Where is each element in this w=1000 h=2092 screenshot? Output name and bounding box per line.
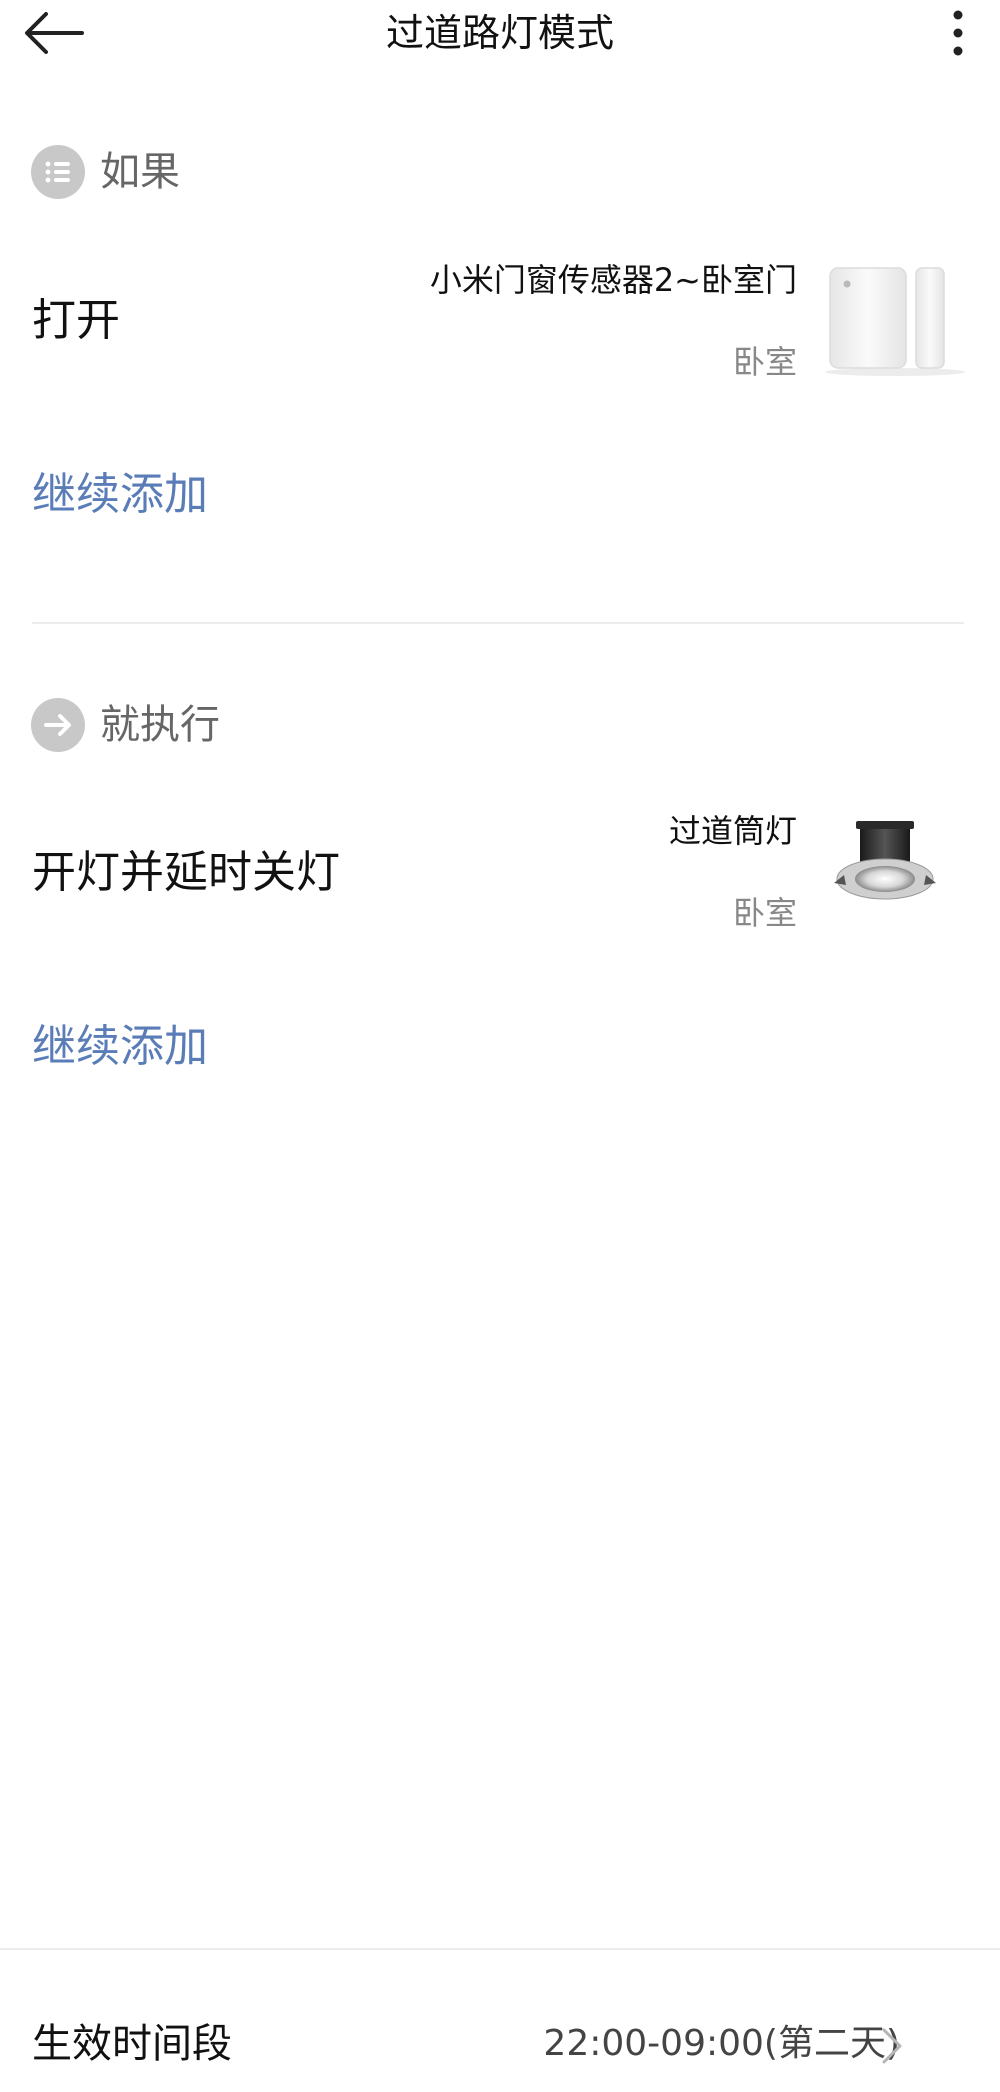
more-button[interactable] [938,8,978,58]
effective-time-value: 22:00-09:00(第二天) [543,2023,900,2064]
add-condition-link[interactable]: 继续添加 [32,465,208,525]
then-section-label: 就执行 [100,702,220,748]
door-window-sensor-icon [820,260,970,380]
chevron-right-icon [878,2026,906,2066]
more-vertical-icon [953,10,963,56]
action-device-room: 卧室 [732,894,797,932]
section-divider [32,622,964,624]
arrow-right-icon [31,698,85,752]
add-action-link[interactable]: 继续添加 [32,1017,208,1077]
page-title: 过道路灯模式 [385,11,614,55]
action-device-name: 过道筒灯 [668,812,797,850]
list-icon [31,145,85,199]
action-text: 开灯并延时关灯 [32,847,340,898]
condition-device-room: 卧室 [732,343,797,381]
action-row[interactable]: 开灯并延时关灯 过道筒灯 卧室 [0,793,1000,953]
downlight-icon [830,817,940,917]
if-section-label: 如果 [100,149,180,195]
effective-time-label: 生效时间段 [32,2021,232,2067]
condition-text: 打开 [32,295,120,346]
condition-device-name: 小米门窗传感器2~卧室门 [429,261,797,299]
condition-row[interactable]: 打开 小米门窗传感器2~卧室门 卧室 [0,240,1000,400]
